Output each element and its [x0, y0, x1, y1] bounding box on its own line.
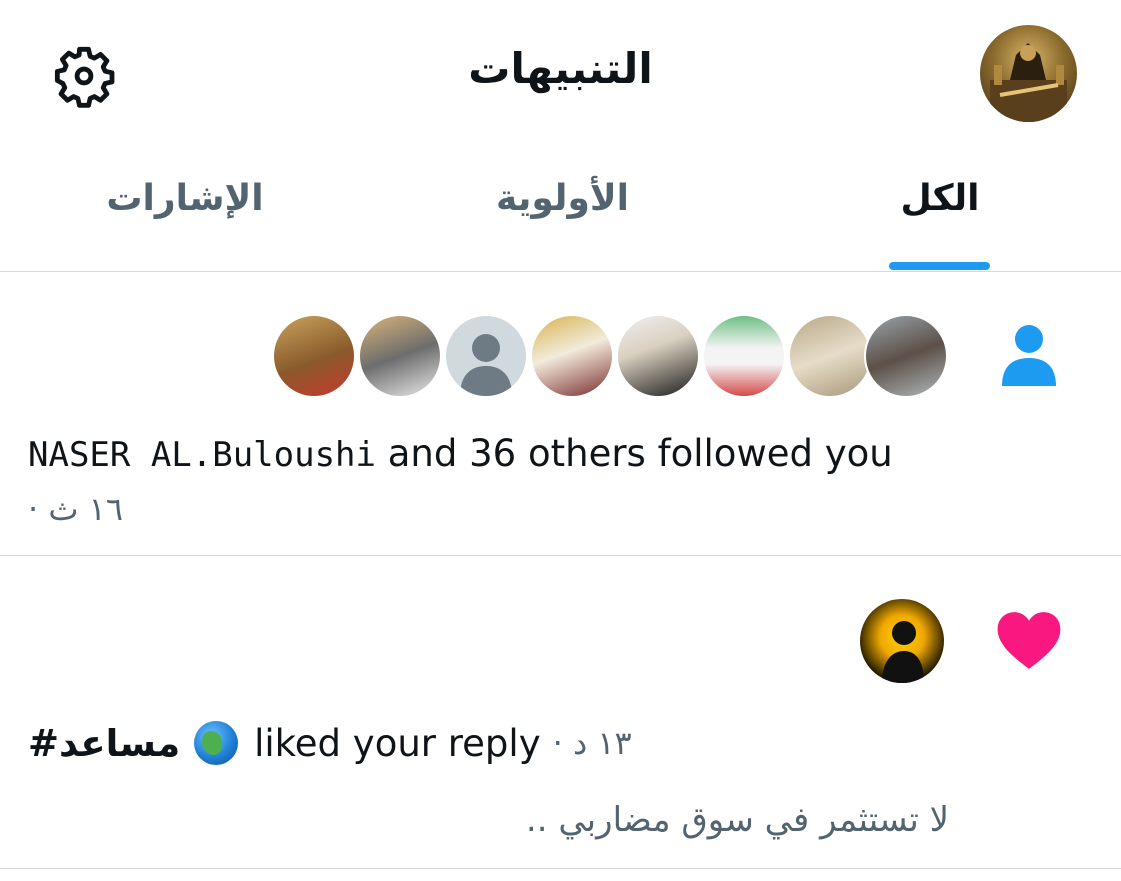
liker-avatar[interactable]: [860, 599, 944, 683]
globe-emoji-icon: [194, 721, 239, 765]
follow-timestamp: ١٦ ث ·: [28, 490, 124, 528]
follower-avatar[interactable]: [444, 314, 528, 398]
profile-avatar[interactable]: [980, 25, 1077, 122]
liker-avatar-image: [882, 621, 924, 683]
tab-priority[interactable]: الأولوية: [490, 178, 635, 219]
tab-all[interactable]: الكل: [890, 178, 990, 219]
follower-avatar[interactable]: [864, 314, 948, 398]
follower-avatar[interactable]: [272, 314, 356, 398]
follower-avatar[interactable]: [702, 314, 786, 398]
follower-avatar[interactable]: [530, 314, 614, 398]
page-title: التنبيهات: [468, 44, 653, 93]
like-notification[interactable]: #مساعد liked your reply · ١٣ د لا تستثمر…: [0, 556, 1121, 869]
notification-tabs: الكل الأولوية الإشارات: [0, 150, 1121, 272]
profile-avatar-image: [990, 43, 1067, 122]
heart-icon: [997, 612, 1061, 669]
default-avatar-icon: [460, 334, 512, 396]
follow-summary: and 36 others followed you: [376, 432, 893, 475]
header: التنبيهات: [0, 0, 1121, 140]
liker-name[interactable]: #مساعد: [28, 722, 180, 765]
follower-avatars: [272, 314, 948, 400]
like-summary: liked your reply: [254, 721, 541, 765]
like-notification-text: #مساعد liked your reply · ١٣ د: [28, 721, 632, 765]
follow-notification-text: NASER AL.Buloushi and 36 others followed…: [28, 432, 893, 475]
like-timestamp: · ١٣ د: [552, 724, 632, 762]
follower-avatar[interactable]: [358, 314, 442, 398]
tab-mentions[interactable]: الإشارات: [105, 178, 265, 219]
liked-reply-text[interactable]: لا تستثمر في سوق مضاربي ..: [526, 800, 949, 840]
follow-notification[interactable]: NASER AL.Buloushi and 36 others followed…: [0, 272, 1121, 556]
follower-avatar[interactable]: [616, 314, 700, 398]
person-icon: [1002, 325, 1056, 386]
follower-name[interactable]: NASER AL.Buloushi: [28, 435, 376, 475]
follower-avatar[interactable]: [788, 314, 872, 398]
active-tab-indicator: [889, 262, 990, 270]
